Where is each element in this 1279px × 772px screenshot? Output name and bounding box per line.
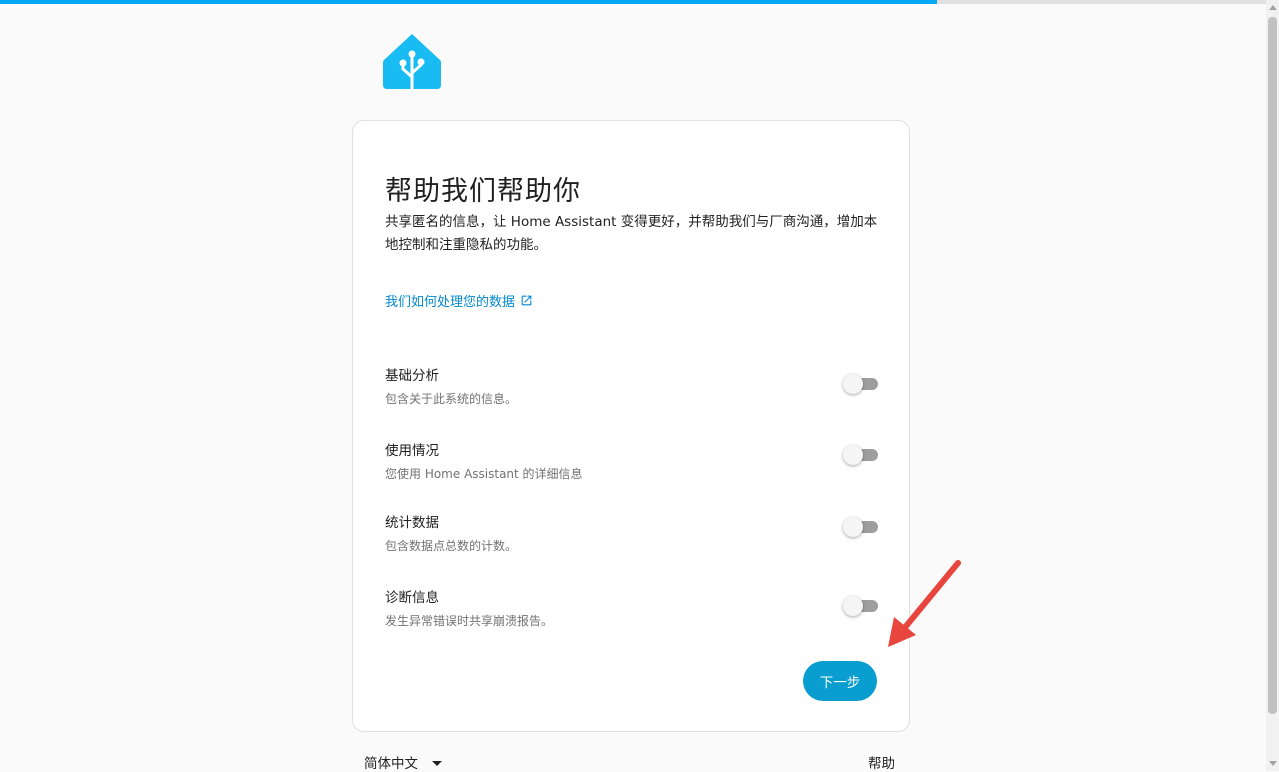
toggle-statistics[interactable] (843, 517, 879, 537)
option-title: 统计数据 (385, 515, 439, 531)
toggle-usage[interactable] (843, 445, 879, 465)
home-assistant-logo-icon (383, 33, 441, 91)
option-title: 使用情况 (385, 443, 439, 459)
data-usage-link[interactable]: 我们如何处理您的数据 (385, 291, 533, 310)
option-basic-analytics: 基础分析 包含关于此系统的信息。 (385, 364, 879, 414)
option-title: 基础分析 (385, 368, 439, 384)
toggle-basic-analytics[interactable] (843, 374, 879, 394)
page-title: 帮助我们帮助你 (385, 176, 581, 207)
page-description: 共享匿名的信息，让 Home Assistant 变得更好，并帮助我们与厂商沟通… (385, 214, 878, 253)
option-description: 包含数据点总数的计数。 (385, 539, 518, 553)
scroll-down-icon[interactable] (1269, 761, 1277, 766)
data-usage-link-label: 我们如何处理您的数据 (385, 295, 516, 310)
open-in-new-icon (521, 295, 532, 306)
option-description: 包含关于此系统的信息。 (385, 392, 518, 406)
language-selector-label: 简体中文 (364, 756, 418, 772)
option-statistics: 统计数据 包含数据点总数的计数。 (385, 511, 879, 561)
onboarding-analytics-card: 帮助我们帮助你 共享匿名的信息，让 Home Assistant 变得更好，并帮… (352, 120, 910, 732)
scrollbar-thumb[interactable] (1268, 17, 1277, 714)
page-scrollbar[interactable] (1266, 0, 1279, 771)
next-button[interactable]: 下一步 (803, 661, 877, 701)
progress-bar (0, 0, 1266, 4)
annotation-arrow-icon (888, 560, 961, 647)
option-usage: 使用情况 您使用 Home Assistant 的详细信息 (385, 439, 879, 489)
toggle-diagnostics[interactable] (843, 596, 879, 616)
option-title: 诊断信息 (385, 590, 439, 606)
help-link[interactable]: 帮助 (868, 752, 895, 772)
language-selector[interactable]: 简体中文 (364, 752, 442, 772)
option-description: 发生异常错误时共享崩溃报告。 (385, 614, 554, 628)
caret-down-icon (432, 760, 442, 766)
option-diagnostics: 诊断信息 发生异常错误时共享崩溃报告。 (385, 586, 879, 636)
scroll-up-icon[interactable] (1269, 5, 1277, 10)
progress-bar-fill (0, 0, 937, 4)
option-description: 您使用 Home Assistant 的详细信息 (385, 467, 583, 481)
